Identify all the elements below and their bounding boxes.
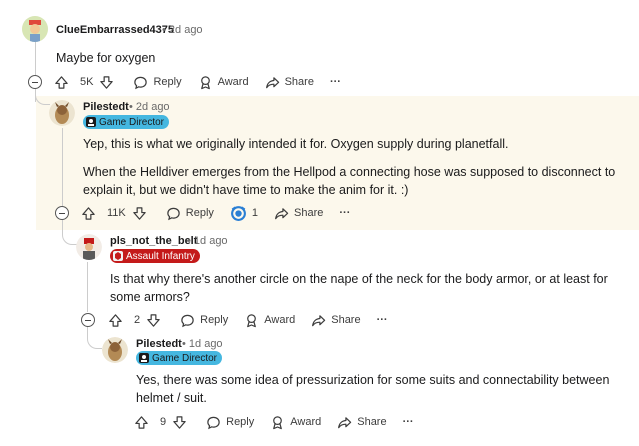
reply-icon xyxy=(180,313,195,328)
comment-body: Is that why there's another circle on th… xyxy=(110,272,608,304)
comment-body: When the Helldiver emerges from the Hell… xyxy=(83,165,616,197)
share-icon xyxy=(265,75,280,90)
share-label: Share xyxy=(357,416,387,428)
vote-group: 11K xyxy=(81,206,152,221)
downvote-icon[interactable] xyxy=(132,206,147,221)
share-icon xyxy=(311,313,326,328)
reply-icon xyxy=(133,75,148,90)
comment-body: Maybe for oxygen xyxy=(56,51,156,65)
upvote-icon[interactable] xyxy=(81,206,96,221)
award-icon xyxy=(198,75,213,90)
thread-line xyxy=(62,128,63,206)
action-row: 5K Reply Award Share ··· xyxy=(54,72,357,92)
share-icon xyxy=(274,206,289,221)
timestamp[interactable]: • 2d ago xyxy=(162,24,203,36)
vote-group: 2 xyxy=(108,313,166,328)
reply-icon xyxy=(166,206,181,221)
flair-label: Game Director xyxy=(152,352,218,364)
upvote-icon[interactable] xyxy=(54,75,69,90)
username[interactable]: ClueEmbarrassed4375 xyxy=(56,24,174,36)
avatar[interactable] xyxy=(49,100,75,126)
reply-button[interactable]: Reply xyxy=(133,75,182,90)
upvote-icon[interactable] xyxy=(108,313,123,328)
game-director-icon xyxy=(139,353,149,363)
vote-count: 5K xyxy=(80,76,94,88)
collapse-button[interactable] xyxy=(28,75,42,89)
more-options-button[interactable]: ··· xyxy=(330,76,341,88)
award-icon xyxy=(270,415,285,430)
timestamp[interactable]: • 1d ago xyxy=(182,338,223,350)
thread-line-curve xyxy=(87,326,102,349)
timestamp[interactable]: • 2d ago xyxy=(129,101,170,113)
vote-count: 2 xyxy=(134,314,141,326)
reply-label: Reply xyxy=(185,207,214,219)
vote-count: 11K xyxy=(107,207,126,219)
timestamp[interactable]: • 1d ago xyxy=(187,235,228,247)
collapse-button[interactable] xyxy=(81,313,95,327)
award-received-icon xyxy=(230,205,246,221)
award-button[interactable]: Award xyxy=(198,75,249,90)
reply-label: Reply xyxy=(153,76,182,88)
downvote-icon[interactable] xyxy=(172,415,187,430)
username[interactable]: Pilestedt xyxy=(136,338,182,350)
award-label: Award xyxy=(264,314,296,326)
user-flair: Game Director xyxy=(83,115,170,129)
username[interactable]: Pilestedt xyxy=(83,101,129,113)
award-count: 1 xyxy=(251,207,259,219)
more-options-button[interactable]: ··· xyxy=(377,314,388,326)
more-options-button[interactable]: ··· xyxy=(339,207,350,219)
user-flair: Assault Infantry xyxy=(110,249,200,263)
share-label: Share xyxy=(331,314,361,326)
vote-count: 9 xyxy=(160,416,167,428)
award-button[interactable]: 1 xyxy=(230,205,258,222)
action-row: 9 Reply Award Share ··· xyxy=(134,412,430,432)
more-options-button[interactable]: ··· xyxy=(403,416,414,428)
reply-icon xyxy=(206,415,221,430)
reply-button[interactable]: Reply xyxy=(206,415,254,430)
flair-label: Game Director xyxy=(99,116,165,128)
share-button[interactable]: Share xyxy=(337,415,387,430)
share-button[interactable]: Share xyxy=(265,75,314,90)
action-row: 2 Reply Award Share ··· xyxy=(108,310,404,330)
share-label: Share xyxy=(294,207,324,219)
user-flair: Game Director xyxy=(136,351,223,365)
avatar[interactable] xyxy=(76,234,102,260)
flair-label: Assault Infantry xyxy=(126,250,195,262)
collapse-button[interactable] xyxy=(55,206,69,220)
reply-button[interactable]: Reply xyxy=(166,206,214,221)
downvote-icon[interactable] xyxy=(146,313,161,328)
avatar[interactable] xyxy=(102,337,128,363)
downvote-icon[interactable] xyxy=(99,75,114,90)
vote-group: 9 xyxy=(134,415,192,430)
share-button[interactable]: Share xyxy=(311,313,361,328)
reply-label: Reply xyxy=(200,314,229,326)
vote-group: 5K xyxy=(54,75,119,90)
reply-button[interactable]: Reply xyxy=(180,313,228,328)
assault-infantry-icon xyxy=(113,251,123,261)
share-icon xyxy=(337,415,352,430)
share-label: Share xyxy=(284,76,314,88)
avatar[interactable] xyxy=(22,16,48,42)
action-row: 11K Reply 1 Share ··· xyxy=(81,203,366,223)
award-icon xyxy=(244,313,259,328)
thread-line-curve xyxy=(62,220,77,245)
comment-body: Yep, this is what we originally intended… xyxy=(83,137,509,151)
username[interactable]: pls_not_the_belt xyxy=(110,235,197,247)
comment-body: Yes, there was some idea of pressurizati… xyxy=(136,373,610,405)
thread-line xyxy=(87,262,88,312)
game-director-icon xyxy=(86,117,96,127)
share-button[interactable]: Share xyxy=(274,206,323,221)
award-label: Award xyxy=(290,416,322,428)
reply-label: Reply xyxy=(226,416,255,428)
award-label: Award xyxy=(217,76,249,88)
upvote-icon[interactable] xyxy=(134,415,149,430)
award-button[interactable]: Award xyxy=(270,415,321,430)
award-button[interactable]: Award xyxy=(244,313,295,328)
